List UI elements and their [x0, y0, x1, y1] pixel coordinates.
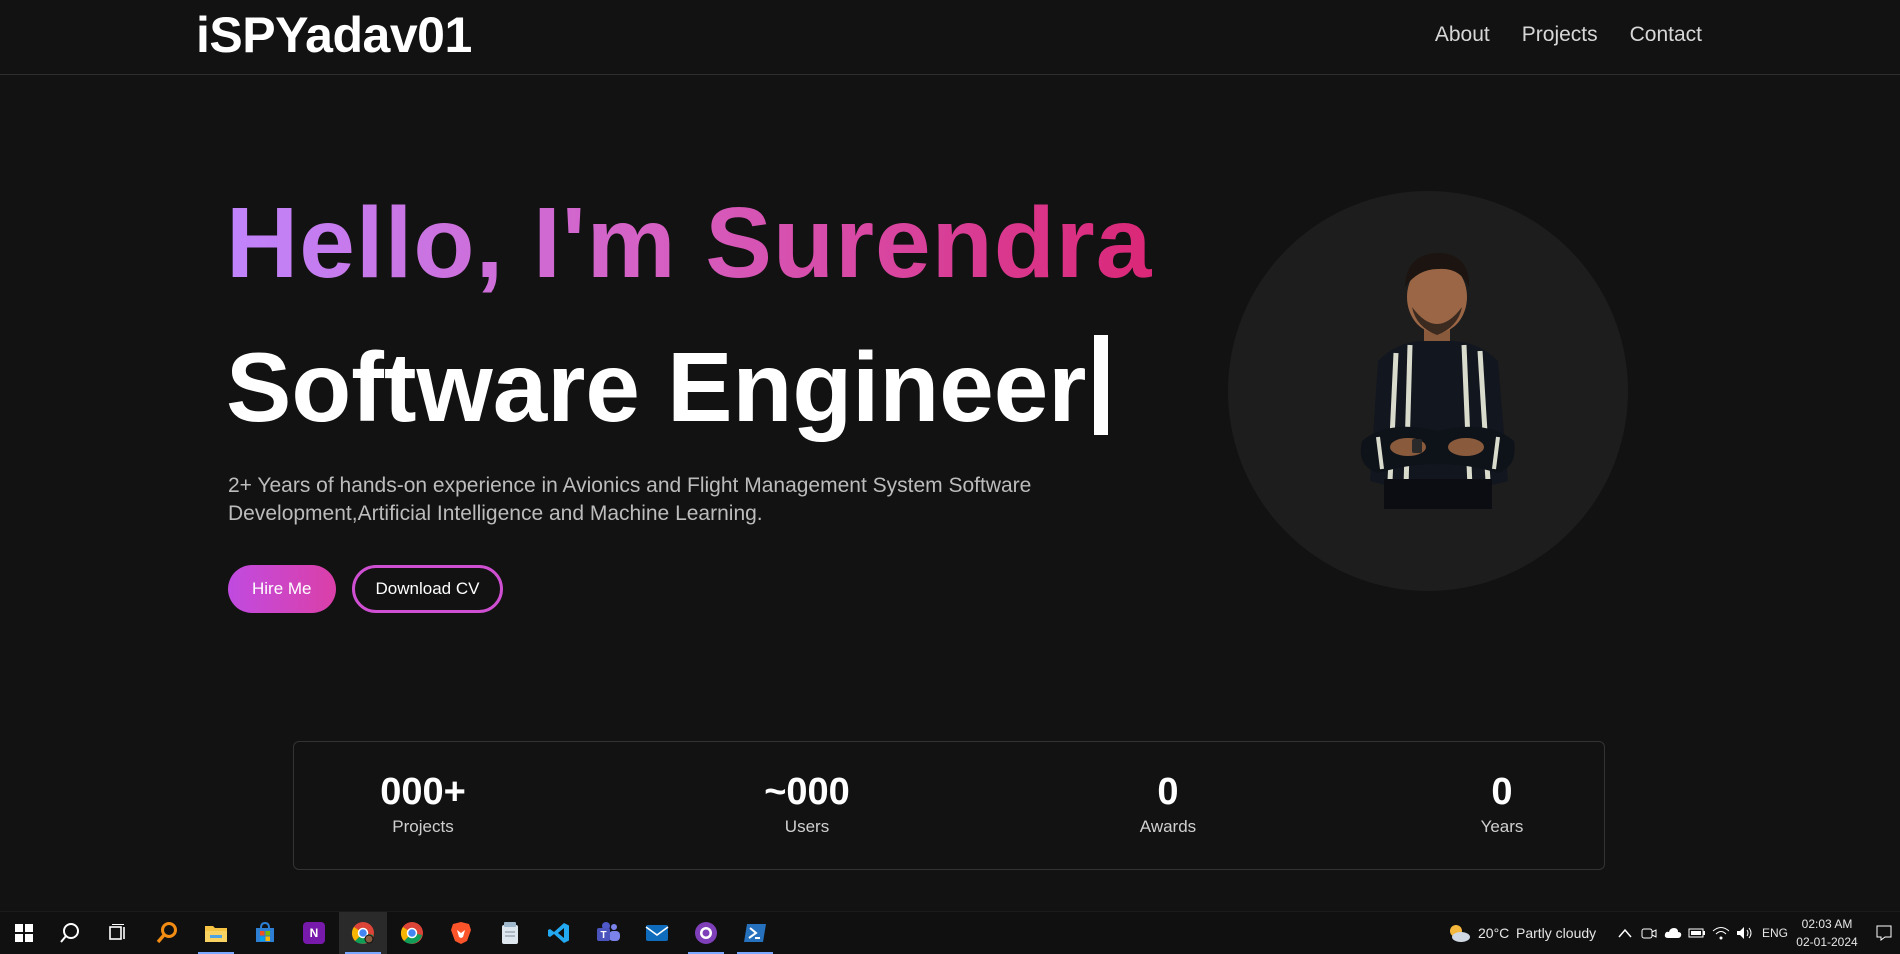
stat-label: Years [1480, 817, 1524, 836]
stat-value: 0 [1157, 771, 1179, 813]
meet-now-icon[interactable] [1639, 923, 1659, 943]
nav-link-contact[interactable]: Contact [1630, 20, 1702, 50]
clock-time: 02:03 AM [1801, 917, 1853, 931]
wifi-icon[interactable] [1711, 923, 1731, 943]
stat-projects: 000+ Projects [323, 770, 523, 838]
stat-value: ~000 [764, 771, 850, 813]
notifications-icon[interactable] [1874, 923, 1894, 943]
system-clock[interactable]: 02:03 AM 02-01-2024 [1782, 915, 1872, 951]
profile-photo [1360, 253, 1515, 509]
stat-years: 0 Years [1402, 770, 1602, 838]
volume-icon[interactable] [1735, 923, 1755, 943]
site-header: iSPYadav01 About Projects Contact [0, 0, 1900, 75]
github-desktop-icon[interactable] [682, 912, 730, 954]
hero-greeting: Hello, I'm Surendra [226, 187, 1153, 299]
powershell-icon[interactable] [731, 912, 779, 954]
microsoft-store-icon[interactable] [241, 912, 289, 954]
profile-photo-frame [1228, 191, 1628, 591]
chrome-profile-icon[interactable] [339, 912, 387, 954]
battery-icon[interactable] [1687, 923, 1707, 943]
weather-temperature[interactable]: 20°C [1478, 912, 1509, 954]
stat-label: Awards [1139, 817, 1197, 836]
stat-label: Projects [392, 817, 454, 836]
file-explorer-icon[interactable] [192, 912, 240, 954]
hero-description: 2+ Years of hands-on experience in Avion… [228, 474, 1032, 525]
hire-me-button[interactable]: Hire Me [228, 565, 336, 613]
hero-actions: Hire Me Download CV [228, 565, 504, 613]
vscode-icon[interactable] [535, 912, 583, 954]
download-cv-button[interactable]: Download CV [351, 565, 504, 613]
nav-link-projects[interactable]: Projects [1522, 20, 1598, 50]
brave-icon[interactable] [437, 912, 485, 954]
onenote-icon[interactable]: N [290, 912, 338, 954]
main-nav: About Projects Contact [1435, 20, 1702, 50]
stat-value: 0 [1491, 771, 1513, 813]
chrome-icon[interactable] [388, 912, 436, 954]
stat-label: Users [784, 817, 830, 836]
weather-partly-cloudy-icon[interactable] [1446, 923, 1472, 943]
chevron-up-icon[interactable] [1615, 923, 1635, 943]
stats-panel: 000+ Projects ~000 Users 0 Awards 0 Year… [293, 741, 1605, 870]
stat-awards: 0 Awards [1068, 770, 1268, 838]
task-view-icon[interactable] [94, 912, 142, 954]
windows-taskbar: N T 20°C Partly cloudy ENG 02:03 AM 02-0… [0, 911, 1900, 954]
stat-value: 000+ [380, 771, 466, 813]
hero-role-typing: Software Engineer [226, 330, 1109, 444]
onedrive-cloud-icon[interactable] [1663, 923, 1683, 943]
typing-cursor [1094, 335, 1109, 435]
site-logo[interactable]: iSPYadav01 [196, 6, 472, 64]
nav-link-about[interactable]: About [1435, 20, 1490, 50]
teams-icon[interactable]: T [584, 912, 632, 954]
search-icon[interactable] [46, 912, 94, 954]
clock-date: 02-01-2024 [1796, 935, 1858, 949]
svg-text:T: T [600, 930, 606, 941]
stat-users: ~000 Users [707, 770, 907, 838]
mail-icon[interactable] [633, 912, 681, 954]
windows-start-icon[interactable] [0, 912, 48, 954]
notepad-icon[interactable] [486, 912, 534, 954]
hero-role-text: Software Engineer [226, 332, 1087, 442]
magnifier-app-icon[interactable] [143, 912, 191, 954]
weather-condition[interactable]: Partly cloudy [1516, 912, 1596, 954]
